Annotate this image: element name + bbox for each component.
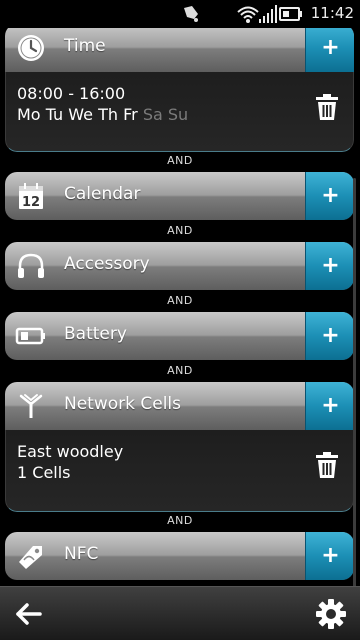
clock: 11:42 (310, 4, 354, 22)
add-button[interactable]: + (305, 28, 354, 72)
add-button[interactable]: + (305, 382, 354, 430)
card-title: Time (64, 36, 106, 56)
card-title: Accessory (64, 254, 150, 274)
notification-icon (184, 6, 198, 22)
bottom-toolbar (0, 586, 360, 640)
day-su: Su (167, 105, 189, 124)
gear-icon[interactable] (314, 597, 348, 631)
day-mo: Mo (17, 105, 41, 124)
signal-icon (259, 5, 277, 23)
day-fr: Fr (123, 105, 138, 124)
clock-icon (18, 35, 44, 61)
headphones-icon (18, 253, 44, 278)
day-tu: Tu (45, 105, 64, 124)
add-button[interactable]: + (305, 172, 354, 220)
and-connector: AND (167, 514, 193, 527)
plus-icon: + (321, 253, 340, 278)
svg-text:12: 12 (22, 195, 40, 210)
card-title: Battery (64, 324, 127, 344)
day-sa: Sa (142, 105, 163, 124)
time-details[interactable]: 08:00 - 16:00 Mo Tu We Th Fr Sa Su (5, 72, 354, 152)
condition-card-time: Time + 08:00 - 16:00 Mo Tu We Th Fr Sa S… (5, 28, 354, 152)
battery-icon (15, 327, 45, 345)
plus-icon: + (321, 183, 340, 208)
condition-card-nfc: NFC + (5, 532, 354, 580)
and-connector: AND (167, 154, 193, 167)
card-header-nfc[interactable]: NFC + (5, 532, 354, 580)
trash-icon[interactable] (316, 452, 338, 478)
network-details[interactable]: East woodley 1 Cells (5, 430, 354, 512)
time-range: 08:00 - 16:00 (17, 84, 126, 103)
battery-icon (279, 7, 302, 21)
plus-icon: + (321, 323, 340, 348)
calendar-icon: 12 (19, 183, 43, 210)
card-header-accessory[interactable]: Accessory + (5, 242, 354, 290)
conditions-list[interactable]: Time + 08:00 - 16:00 Mo Tu We Th Fr Sa S… (0, 28, 360, 586)
day-we: We (68, 105, 93, 124)
and-connector: AND (167, 294, 193, 307)
nfc-tag-icon (19, 546, 42, 569)
day-th: Th (98, 105, 119, 124)
card-header-time[interactable]: Time + (5, 28, 354, 72)
condition-card-network-cells: Network Cells + East woodley 1 Cells (5, 382, 354, 512)
card-header-battery[interactable]: Battery + (5, 312, 354, 360)
trash-icon[interactable] (316, 94, 338, 120)
condition-card-battery: Battery + (5, 312, 354, 360)
card-title: Calendar (64, 184, 141, 204)
and-connector: AND (167, 224, 193, 237)
add-button[interactable]: + (305, 312, 354, 360)
weekdays: Mo Tu We Th Fr Sa Su (17, 105, 188, 124)
cell-name: East woodley (17, 442, 124, 461)
and-connector: AND (167, 364, 193, 377)
antenna-icon (19, 394, 43, 418)
card-header-calendar[interactable]: 12 Calendar + (5, 172, 354, 220)
condition-card-calendar: 12 Calendar + (5, 172, 354, 220)
status-bar: 11:42 (0, 0, 360, 28)
card-title: NFC (64, 544, 99, 564)
back-arrow-icon[interactable] (12, 597, 46, 631)
condition-card-accessory: Accessory + (5, 242, 354, 290)
add-button[interactable]: + (305, 532, 354, 580)
card-title: Network Cells (64, 394, 182, 414)
scrollbar[interactable] (353, 178, 356, 586)
cell-count: 1 Cells (17, 463, 71, 482)
wifi-icon (237, 6, 259, 23)
card-header-network[interactable]: Network Cells + (5, 382, 354, 430)
plus-icon: + (321, 35, 340, 60)
add-button[interactable]: + (305, 242, 354, 290)
plus-icon: + (321, 393, 340, 418)
plus-icon: + (321, 543, 340, 568)
